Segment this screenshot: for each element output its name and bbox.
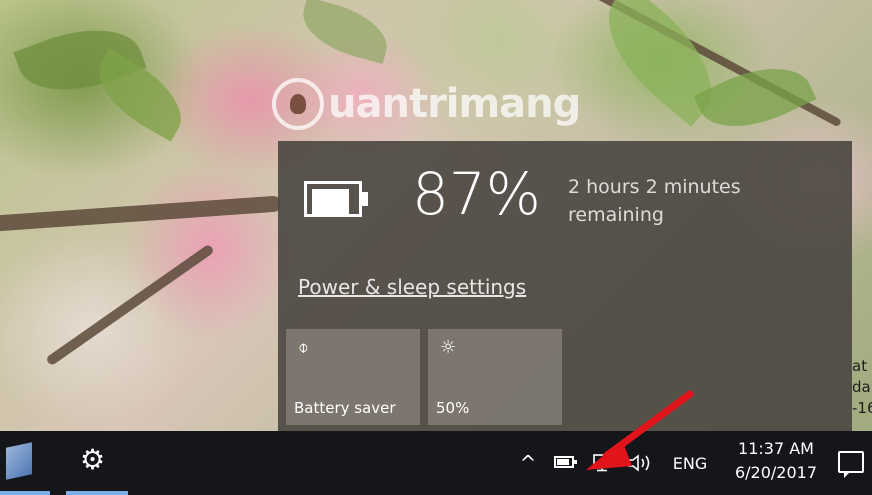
- power-sleep-settings-link[interactable]: Power & sleep settings: [298, 275, 526, 299]
- battery-saver-tile[interactable]: ⌽ Battery saver: [286, 329, 420, 425]
- battery-percentage: 87%: [412, 160, 541, 228]
- show-hidden-icons-chevron-icon[interactable]: ^: [514, 431, 542, 495]
- volume-icon[interactable]: [624, 431, 660, 495]
- edge-text-line: at: [852, 357, 868, 375]
- taskbar: ⚙ ^ ENG 11:37 AM 6/20/2017: [0, 431, 872, 495]
- leaf: [693, 49, 817, 146]
- background-window-text: at da -16: [852, 356, 872, 419]
- edge-text-line: da: [852, 378, 871, 396]
- brightness-icon: ☼: [440, 337, 457, 358]
- brightness-tile[interactable]: ☼ 50%: [428, 329, 562, 425]
- network-icon[interactable]: [590, 431, 614, 495]
- running-indicator: [66, 491, 128, 495]
- clock-date: 6/20/2017: [734, 463, 818, 482]
- branch: [45, 243, 215, 367]
- edge-text-line: -16: [852, 399, 872, 417]
- clock[interactable]: 11:37 AM 6/20/2017: [722, 437, 830, 485]
- settings-gear-icon[interactable]: ⚙: [80, 443, 105, 477]
- battery-level-fill: [312, 189, 349, 215]
- action-center-icon[interactable]: [838, 451, 864, 478]
- tray-battery-icon[interactable]: [554, 456, 577, 468]
- watermark-text: uantrimang: [328, 81, 581, 127]
- branch: [0, 195, 281, 233]
- pinned-app-icon[interactable]: [6, 442, 32, 480]
- battery-icon: [304, 181, 372, 221]
- clock-time: 11:37 AM: [738, 439, 814, 458]
- lightbulb-icon: [272, 78, 324, 130]
- battery-time-remaining: 2 hours 2 minutes remaining: [568, 176, 741, 226]
- battery-flyout: 87% 2 hours 2 minutes remaining Power & …: [278, 141, 852, 431]
- battery-saver-icon: ⌽: [298, 337, 309, 358]
- running-indicator: [0, 491, 50, 495]
- watermark-logo: uantrimang: [272, 74, 581, 134]
- leaf: [295, 0, 395, 64]
- tile-label: Battery saver: [294, 399, 396, 417]
- input-language-indicator[interactable]: ENG: [666, 431, 714, 495]
- tile-label: 50%: [436, 399, 470, 417]
